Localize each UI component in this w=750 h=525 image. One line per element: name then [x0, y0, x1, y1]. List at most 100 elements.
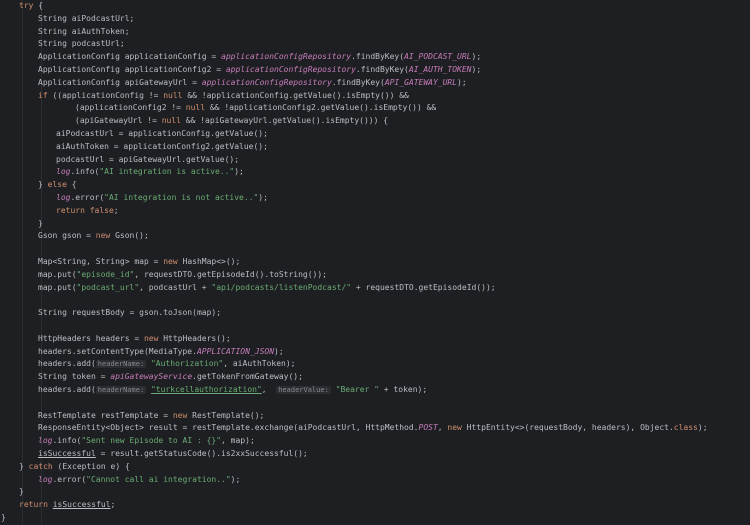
code-line[interactable]: String requestBody = gson.toJson(map);: [0, 306, 750, 319]
code-token: }: [19, 487, 24, 497]
code-line[interactable]: ResponseEntity<Object> result = restTemp…: [0, 421, 750, 434]
code-token: aiAuthToken = applicationConfig2.getValu…: [56, 141, 268, 151]
code-token: .error(: [52, 474, 87, 484]
code-token: null: [185, 103, 206, 113]
code-token: ,: [261, 385, 277, 394]
code-line[interactable]: map.put("podcast_url", podcastUrl + "api…: [0, 281, 750, 294]
code-line[interactable]: } catch (Exception e) {: [0, 460, 750, 473]
code-token: "turkcellauthorization": [150, 385, 262, 394]
code-token: new: [163, 257, 178, 266]
code-token: }: [19, 461, 29, 471]
code-token: apiGatewayService: [110, 372, 193, 382]
code-token: ApplicationConfig applicationConfig =: [38, 52, 222, 62]
code-token: ApplicationConfig applicationConfig2 =: [38, 65, 226, 74]
code-token: );: [234, 167, 244, 177]
code-line[interactable]: headers.add(headerName: "turkcellauthori…: [0, 383, 750, 396]
code-token: );: [230, 474, 241, 484]
code-token: HttpEntity<>(requestBody, headers), Obje…: [461, 423, 674, 433]
code-token: }: [38, 218, 43, 228]
code-line[interactable]: HttpHeaders headers = new HttpHeaders();: [0, 332, 750, 345]
code-line[interactable]: Map<String, String> map = new HashMap<>(…: [0, 255, 750, 268]
code-token: );: [697, 423, 708, 433]
code-line[interactable]: if ((applicationConfig != null && !appli…: [0, 89, 750, 102]
code-token: ApplicationConfig apiGatewayUrl =: [38, 77, 202, 87]
code-token: catch: [28, 461, 53, 471]
code-line[interactable]: return false;: [0, 204, 750, 217]
code-token: ((applicationConfig !=: [47, 90, 164, 100]
code-line[interactable]: [0, 319, 750, 332]
code-token: .findByKey(: [355, 65, 409, 74]
code-token: String token =: [38, 372, 111, 382]
code-token: + requestDTO.getEpisodeId());: [351, 282, 496, 292]
code-line[interactable]: log.info("Sent new Episode to AI : {}", …: [0, 434, 750, 447]
code-line[interactable]: podcastUrl = apiGatewayUrl.getValue();: [0, 153, 750, 166]
code-token: Gson gson =: [38, 231, 96, 241]
code-token: + token);: [378, 385, 428, 394]
code-line[interactable]: [0, 396, 750, 409]
code-line[interactable]: (applicationConfig2 != null && !applicat…: [0, 101, 750, 114]
code-token: String aiAuthToken;: [38, 26, 130, 36]
code-token: (applicationConfig2 !=: [75, 103, 186, 113]
code-token: new: [172, 410, 188, 420]
code-line[interactable]: [0, 242, 750, 255]
code-line[interactable]: String aiPodcastUrl;: [0, 12, 750, 25]
code-editor[interactable]: try {String aiPodcastUrl; String aiAuthTo…: [0, 0, 750, 525]
code-line[interactable]: String aiAuthToken;: [0, 25, 750, 38]
code-token: .error(: [70, 193, 105, 202]
code-line[interactable]: }: [0, 511, 750, 524]
code-token: aiPodcastUrl = applicationConfig.getValu…: [56, 129, 268, 138]
code-token: {: [66, 180, 77, 190]
code-line[interactable]: String token = apiGatewayService.getToke…: [0, 370, 750, 383]
code-line[interactable]: ApplicationConfig applicationConfig = ap…: [0, 50, 750, 63]
code-token: && !apiGatewayUrl.getValue().isEmpty()))…: [180, 116, 389, 126]
code-token: new: [143, 333, 159, 343]
code-token: new: [95, 231, 111, 241]
code-token: headers.add(: [38, 385, 96, 394]
code-token: , map);: [221, 436, 255, 446]
code-line[interactable]: return isSuccessful;: [0, 498, 750, 511]
code-token: HttpHeaders headers =: [38, 333, 144, 343]
code-line[interactable]: [0, 293, 750, 306]
code-token: return false: [56, 205, 114, 215]
parameter-hint: headerName:: [95, 360, 147, 369]
code-token: );: [471, 52, 482, 62]
code-line[interactable]: }: [0, 217, 750, 230]
code-line[interactable]: headers.add(headerName: "Authorization",…: [0, 357, 750, 370]
code-line[interactable]: try {: [0, 0, 750, 12]
code-token: podcastUrl = apiGatewayUrl.getValue();: [56, 154, 240, 164]
code-line[interactable]: String podcastUrl;: [0, 37, 750, 50]
code-token: HttpHeaders();: [158, 333, 231, 343]
code-line[interactable]: map.put("episode_id", requestDTO.getEpis…: [0, 268, 750, 281]
code-token: String requestBody = gson.toJson(map);: [38, 308, 222, 318]
code-line[interactable]: aiAuthToken = applicationConfig2.getValu…: [0, 140, 750, 153]
code-token: && !applicationConfig2.getValue().isEmpt…: [205, 103, 437, 113]
code-line[interactable]: aiPodcastUrl = applicationConfig.getValu…: [0, 127, 750, 140]
code-token: applicationConfigRepository: [201, 77, 332, 87]
code-line[interactable]: log.error("Cannot call ai integration.."…: [0, 473, 750, 486]
code-line[interactable]: ApplicationConfig apiGatewayUrl = applic…: [0, 76, 750, 89]
code-line[interactable]: } else {: [0, 178, 750, 191]
code-token: = result.getStatusCode().is2xxSuccessful…: [95, 449, 308, 458]
code-token: ;: [113, 205, 119, 215]
code-token: (Exception e) {: [52, 461, 130, 471]
parameter-hint: headerName:: [95, 386, 147, 394]
code-line[interactable]: log.info("AI integration is active..");: [0, 165, 750, 178]
code-token: applicationConfigRepository: [221, 52, 352, 62]
code-line[interactable]: ApplicationConfig applicationConfig2 = a…: [0, 63, 750, 76]
code-line[interactable]: headers.setContentType(MediaType.APPLICA…: [0, 345, 750, 358]
code-line[interactable]: log.error("AI integration is not active.…: [0, 191, 750, 204]
code-line[interactable]: }: [0, 485, 750, 498]
code-token: RestTemplate();: [187, 410, 265, 420]
code-token: new: [447, 423, 462, 433]
code-line[interactable]: isSuccessful = result.getStatusCode().is…: [0, 447, 750, 460]
code-line[interactable]: Gson gson = new Gson();: [0, 229, 750, 242]
code-line[interactable]: RestTemplate restTemplate = new RestTemp…: [0, 409, 750, 422]
code-token: String aiPodcastUrl;: [38, 13, 135, 23]
code-token: "Authorization": [150, 359, 224, 369]
code-token: );: [258, 193, 268, 202]
code-token: Map<String, String> map =: [38, 257, 164, 266]
code-token: , requestDTO.getEpisodeId().toString());: [134, 269, 327, 279]
code-line[interactable]: (apiGatewayUrl != null && !apiGatewayUrl…: [0, 114, 750, 127]
code-token: map.put(: [38, 269, 77, 279]
code-token: String podcastUrl;: [38, 39, 125, 49]
